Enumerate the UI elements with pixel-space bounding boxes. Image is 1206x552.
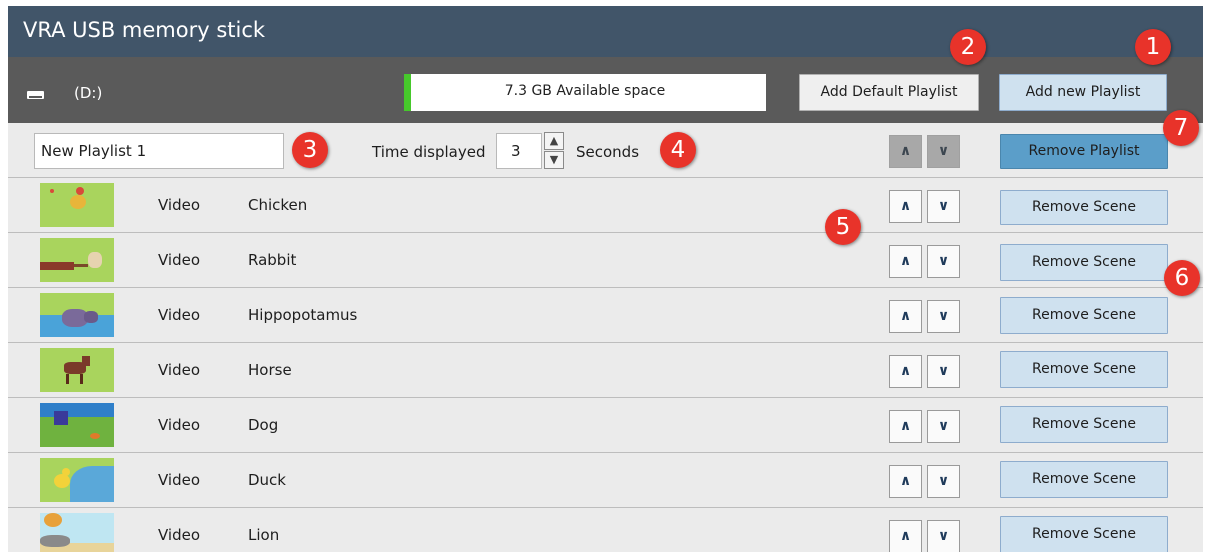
callout-badge: 2	[950, 29, 986, 65]
scene-move-down-icon[interactable]: ∨	[927, 465, 960, 498]
scene-row: Video Horse ∧ ∨ Remove Scene	[8, 343, 1203, 398]
scene-row: Video Lion ∧ ∨ Remove Scene	[8, 508, 1203, 552]
scene-move-down-icon[interactable]: ∨	[927, 245, 960, 278]
scene-name: Hippopotamus	[248, 306, 358, 324]
available-space-label: 7.3 GB Available space	[504, 83, 666, 99]
remove-scene-button[interactable]: Remove Scene	[1000, 297, 1168, 334]
playlist-move-down-icon[interactable]: ∨	[927, 135, 960, 168]
scene-move-down-icon[interactable]: ∨	[927, 190, 960, 223]
scene-type: Video	[158, 526, 201, 544]
scene-thumbnail	[40, 293, 114, 337]
scene-move-up-icon[interactable]: ∧	[889, 245, 922, 278]
drive-label: (D:)	[74, 84, 103, 102]
remove-scene-button[interactable]: Remove Scene	[1000, 244, 1168, 281]
scene-thumbnail	[40, 183, 114, 227]
scene-move-up-icon[interactable]: ∧	[889, 465, 922, 498]
remove-playlist-button[interactable]: Remove Playlist	[1000, 134, 1168, 169]
scene-row: Video Dog ∧ ∨ Remove Scene	[8, 398, 1203, 453]
scene-move-down-icon[interactable]: ∨	[927, 520, 960, 552]
scene-move-down-icon[interactable]: ∨	[927, 355, 960, 388]
remove-scene-button[interactable]: Remove Scene	[1000, 516, 1168, 552]
title-bar: VRA USB memory stick	[8, 6, 1203, 57]
scene-thumbnail	[40, 238, 114, 282]
scene-type: Video	[158, 196, 201, 214]
remove-scene-button[interactable]: Remove Scene	[1000, 461, 1168, 498]
seconds-label: Seconds	[576, 143, 640, 161]
scene-row: Video Duck ∧ ∨ Remove Scene	[8, 453, 1203, 508]
callout-badge: 4	[660, 132, 696, 168]
time-displayed-label: Time displayed	[372, 143, 486, 161]
scene-thumbnail	[40, 403, 114, 447]
scene-move-up-icon[interactable]: ∧	[889, 520, 922, 552]
scene-name: Lion	[248, 526, 280, 544]
scene-move-down-icon[interactable]: ∨	[927, 300, 960, 333]
add-new-playlist-button[interactable]: Add new Playlist	[999, 74, 1167, 111]
scene-row: Video Rabbit ∧ ∨ Remove Scene	[8, 233, 1203, 288]
scene-move-up-icon[interactable]: ∧	[889, 300, 922, 333]
scene-row: Video Chicken ∧ ∨ Remove Scene	[8, 178, 1203, 233]
scene-name: Horse	[248, 361, 292, 379]
scene-type: Video	[158, 306, 201, 324]
playlist-bar: New Playlist 1 Time displayed 3 ▲ ▼ Seco…	[8, 123, 1203, 178]
scene-type: Video	[158, 416, 201, 434]
scene-name: Rabbit	[248, 251, 297, 269]
time-increase-icon[interactable]: ▲	[544, 132, 564, 150]
scene-thumbnail	[40, 513, 114, 552]
app-window: VRA USB memory stick (D:) 7.3 GB Availab…	[8, 6, 1203, 552]
callout-badge: 6	[1164, 260, 1200, 296]
scene-type: Video	[158, 251, 201, 269]
playlist-name-input[interactable]: New Playlist 1	[34, 133, 284, 169]
scene-thumbnail	[40, 458, 114, 502]
scene-row: Video Hippopotamus ∧ ∨ Remove Scene	[8, 288, 1203, 343]
scene-move-up-icon[interactable]: ∧	[889, 190, 922, 223]
playlist-move-up-icon[interactable]: ∧	[889, 135, 922, 168]
scene-move-up-icon[interactable]: ∧	[889, 355, 922, 388]
callout-badge: 5	[825, 209, 861, 245]
drive-icon	[27, 91, 44, 99]
scene-name: Duck	[248, 471, 286, 489]
drive-bar: (D:) 7.3 GB Available space Add Default …	[8, 57, 1203, 123]
window-title: VRA USB memory stick	[23, 18, 266, 42]
callout-badge: 3	[292, 132, 328, 168]
scene-type: Video	[158, 361, 201, 379]
time-displayed-input[interactable]: 3	[496, 133, 542, 169]
remove-scene-button[interactable]: Remove Scene	[1000, 406, 1168, 443]
scene-move-up-icon[interactable]: ∧	[889, 410, 922, 443]
available-space-bar: 7.3 GB Available space	[404, 74, 766, 111]
add-default-playlist-button[interactable]: Add Default Playlist	[799, 74, 979, 111]
scene-type: Video	[158, 471, 201, 489]
scene-name: Chicken	[248, 196, 308, 214]
remove-scene-button[interactable]: Remove Scene	[1000, 351, 1168, 388]
callout-badge: 1	[1135, 29, 1171, 65]
scene-name: Dog	[248, 416, 279, 434]
remove-scene-button[interactable]: Remove Scene	[1000, 190, 1168, 225]
scene-move-down-icon[interactable]: ∨	[927, 410, 960, 443]
callout-badge: 7	[1163, 110, 1199, 146]
scene-thumbnail	[40, 348, 114, 392]
time-decrease-icon[interactable]: ▼	[544, 151, 564, 169]
